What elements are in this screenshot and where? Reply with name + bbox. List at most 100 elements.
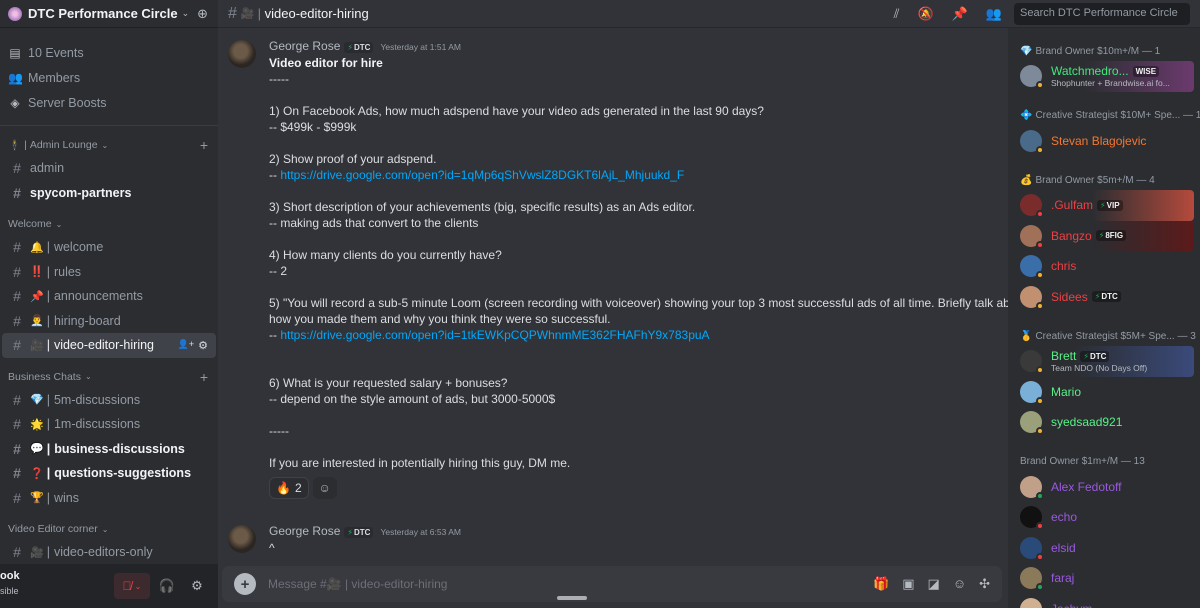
gif-icon[interactable]: ▣ bbox=[902, 576, 914, 592]
message-text: 4) How many clients do you currently hav… bbox=[269, 248, 502, 262]
channel-hiring-board[interactable]: # 👨‍💼 | hiring-board bbox=[2, 309, 216, 334]
category-name: Video Editor corner bbox=[8, 523, 98, 535]
scroll-handle[interactable] bbox=[557, 596, 587, 600]
add-attachment-icon[interactable]: + bbox=[234, 573, 256, 595]
category-header[interactable]: Business Chats ⌄ + bbox=[0, 366, 218, 388]
chevron-down-icon: ⌄ bbox=[84, 372, 92, 381]
status-indicator bbox=[1036, 366, 1044, 375]
avatar[interactable] bbox=[228, 40, 256, 68]
user-name[interactable]: ook bbox=[0, 570, 20, 582]
threads-icon[interactable]: ⫽ bbox=[894, 6, 900, 22]
channel-5m-discussions[interactable]: # 💎 | 5m-discussions bbox=[2, 388, 216, 413]
channel-hash-icon: # bbox=[13, 184, 21, 201]
invite-icon[interactable]: 👤+ bbox=[178, 339, 194, 352]
emoji-icon[interactable]: ☺ bbox=[953, 576, 966, 592]
member-name-row: chris bbox=[1051, 259, 1076, 273]
server-header[interactable]: DTC Performance Circle ⌄ ⊕ bbox=[0, 0, 218, 28]
status-indicator bbox=[1036, 81, 1044, 90]
member-item[interactable]: elsid bbox=[1008, 533, 1200, 564]
reaction-button[interactable]: 🔥 2 bbox=[269, 477, 309, 499]
add-channel-icon[interactable]: + bbox=[200, 369, 208, 385]
top-link-members[interactable]: 👥 Members bbox=[0, 65, 218, 90]
author-name[interactable]: George Rose bbox=[269, 39, 340, 53]
member-item[interactable]: Brett ⚡ DTC Team NDO (No Days Off) bbox=[1008, 346, 1194, 377]
member-list-icon[interactable]: 👥 bbox=[986, 6, 1002, 22]
chevron-down-icon: ⌄ bbox=[134, 581, 142, 591]
channel-admin[interactable]: # admin bbox=[2, 156, 216, 181]
top-link-boost[interactable]: ◈ Server Boosts bbox=[0, 90, 218, 115]
channel-spycom-partners[interactable]: # spycom-partners bbox=[2, 181, 216, 206]
pin-icon[interactable]: 📌 bbox=[952, 6, 968, 22]
author-name[interactable]: George Rose bbox=[269, 524, 340, 538]
message-composer[interactable]: + Message #🎥 | video-editor-hiring 🎁 ▣ ◪… bbox=[222, 566, 1002, 602]
role-header: 💰 Brand Owner $5m+/M — 4 bbox=[1008, 170, 1200, 190]
channel-emoji: 🔔 bbox=[30, 241, 44, 254]
avatar[interactable] bbox=[228, 525, 256, 553]
status-indicator bbox=[1036, 271, 1044, 280]
message-line: how you made them and why you think they… bbox=[269, 311, 992, 327]
channel-separator: | bbox=[46, 441, 51, 456]
member-name-row: Stevan Blagojevic bbox=[1051, 134, 1146, 148]
channel-rules[interactable]: # ‼️ | rules bbox=[2, 260, 216, 285]
message-line: ----- bbox=[269, 423, 992, 439]
role-name: Creative Strategist $10M+ Spe... — 1 bbox=[1035, 110, 1200, 121]
notification-bell-muted-icon[interactable]: 🔕 bbox=[917, 6, 933, 22]
member-item[interactable]: Sidees ⚡ DTC bbox=[1008, 282, 1200, 313]
invite-people-icon[interactable]: ⊕ bbox=[197, 6, 208, 22]
member-tag: ⚡ VIP bbox=[1097, 199, 1123, 211]
gift-icon[interactable]: 🎁 bbox=[873, 576, 889, 592]
headphones-button[interactable]: 🎧 bbox=[154, 573, 180, 599]
member-item[interactable]: Jachym bbox=[1008, 594, 1200, 608]
channel-welcome[interactable]: # 🔔 | welcome bbox=[2, 235, 216, 260]
message-link[interactable]: https://drive.google.com/open?id=1tkEWKp… bbox=[280, 328, 709, 342]
apps-icon[interactable]: ✣ bbox=[979, 576, 990, 592]
member-item[interactable]: Stevan Blagojevic bbox=[1008, 126, 1200, 157]
add-channel-icon[interactable]: + bbox=[200, 137, 208, 153]
member-tag: ⚡ 8FIG bbox=[1095, 230, 1127, 242]
message-text: -- $499k - $999k bbox=[269, 120, 357, 134]
member-item[interactable]: echo bbox=[1008, 502, 1200, 533]
member-item[interactable]: faraj bbox=[1008, 563, 1200, 594]
message-link[interactable]: https://drive.google.com/open?id=1qMp6qS… bbox=[280, 168, 684, 182]
category-header[interactable]: Welcome ⌄ bbox=[0, 213, 218, 235]
message-line: -- $499k - $999k bbox=[269, 119, 992, 135]
gear-icon[interactable]: ⚙ bbox=[198, 339, 208, 352]
message-line: 2) Show proof of your adspend. bbox=[269, 151, 992, 167]
channel-1m-discussions[interactable]: # 🌟 | 1m-discussions bbox=[2, 412, 216, 437]
member-item[interactable]: Watchmedro... WISE Shophunter + Brandwise.… bbox=[1008, 61, 1194, 92]
channel-name: wins bbox=[53, 490, 79, 505]
channel-questions-suggestions[interactable]: # ❓ | questions-suggestions bbox=[2, 461, 216, 486]
member-item[interactable]: chris bbox=[1008, 251, 1200, 282]
add-reaction-button[interactable]: ☺ bbox=[312, 477, 337, 499]
member-info: Bangzo ⚡ 8FIG bbox=[1051, 229, 1127, 243]
channel-business-discussions[interactable]: # 💬 | business-discussions bbox=[2, 437, 216, 462]
role-emoji: 💠 bbox=[1020, 110, 1033, 121]
add-reaction-icon: ☺ bbox=[318, 481, 331, 495]
category-header[interactable]: Video Editor corner ⌄ bbox=[0, 518, 218, 540]
calendar-icon: ▤ bbox=[9, 45, 21, 60]
category-header[interactable]: 🕴 | Admin Lounge ⌄ + bbox=[0, 134, 218, 156]
member-item[interactable]: Mario bbox=[1008, 377, 1200, 408]
channel-video-editor-hiring[interactable]: # 🎥 | video-editor-hiring 👤+ ⚙ bbox=[2, 333, 216, 358]
mute-microphone-button[interactable]: 🎙̸ ⌄ bbox=[114, 573, 150, 599]
channel-name: video-editors-only bbox=[53, 545, 153, 560]
search-input[interactable]: Search DTC Performance Circle bbox=[1014, 2, 1190, 25]
member-item[interactable]: Bangzo ⚡ 8FIG bbox=[1008, 220, 1194, 251]
settings-button[interactable]: ⚙ bbox=[184, 573, 210, 599]
message-text: ----- bbox=[269, 72, 289, 86]
member-name-row: .Gulfam ⚡ VIP bbox=[1051, 198, 1123, 212]
sticker-icon[interactable]: ◪ bbox=[928, 576, 940, 592]
message-text: 3) Short description of your achievement… bbox=[269, 200, 696, 214]
channel-video-editors-only[interactable]: # 🎥 | video-editors-only bbox=[2, 540, 216, 565]
member-name: faraj bbox=[1051, 571, 1075, 586]
member-item[interactable]: syedsaad921 bbox=[1008, 407, 1200, 438]
top-link-calendar[interactable]: ▤ 10 Events bbox=[0, 40, 218, 65]
member-item[interactable]: Alex Fedotoff bbox=[1008, 472, 1200, 503]
channel-separator: | bbox=[46, 466, 51, 481]
member-name: Mario bbox=[1051, 384, 1082, 399]
role-header: Brand Owner $1m+/M — 13 bbox=[1008, 452, 1200, 472]
channel-announcements[interactable]: # 📌 | announcements bbox=[2, 284, 216, 309]
message-text: 5) "You will record a sub-5 minute Loom … bbox=[269, 296, 1027, 310]
channel-wins[interactable]: # 🏆 | wins bbox=[2, 486, 216, 511]
member-item[interactable]: .Gulfam ⚡ VIP bbox=[1008, 190, 1194, 221]
